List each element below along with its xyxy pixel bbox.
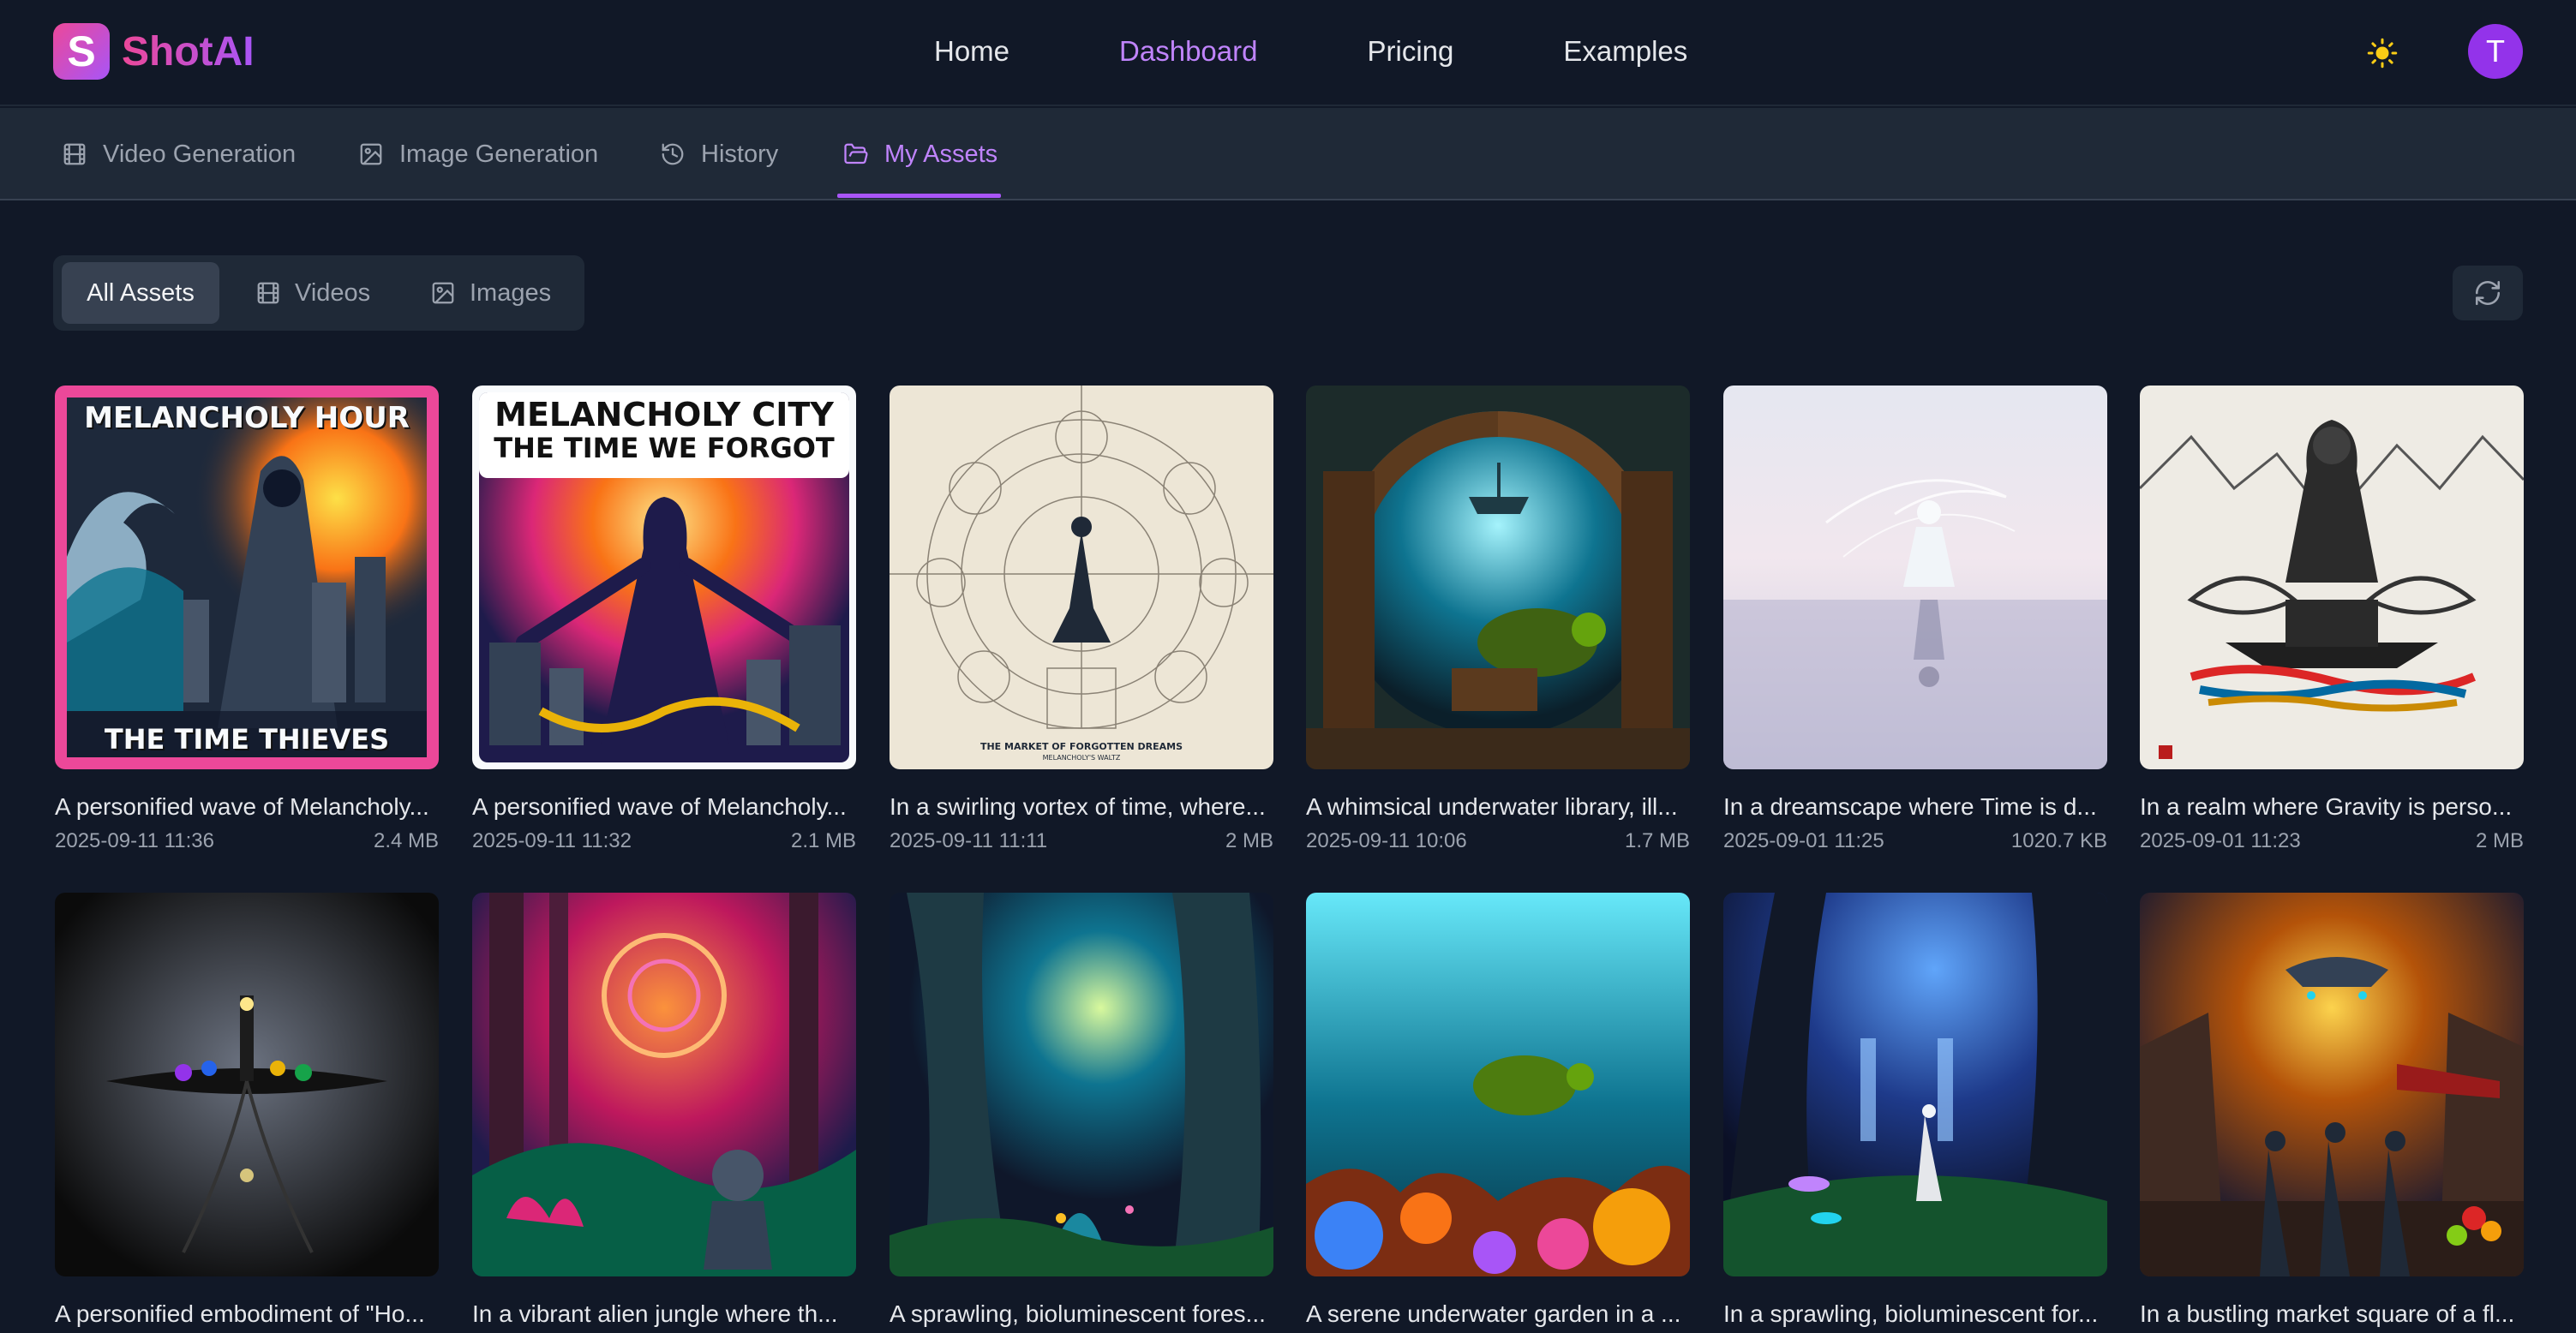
asset-thumbnail[interactable] xyxy=(2140,386,2524,769)
asset-size: 1020.7 KB xyxy=(2010,829,2107,852)
nav-dashboard-link[interactable]: Dashboard xyxy=(1119,35,1257,68)
asset-title: In a realm where Gravity is perso... xyxy=(2140,793,2513,820)
subnav-image-generation[interactable]: Image Generation xyxy=(358,108,598,200)
asset-meta: 2025-09-11 10:06 1.7 MB xyxy=(1306,829,1690,853)
subnav-my-assets[interactable]: My Assets xyxy=(843,108,997,200)
film-icon xyxy=(63,143,86,165)
asset-card[interactable]: MELANCHOLY HOUR THE TIME THIEVES A perso… xyxy=(55,386,439,853)
asset-size: 2 MB xyxy=(1225,829,1273,852)
asset-size: 2 MB xyxy=(2475,829,2524,852)
asset-thumbnail[interactable]: MELANCHOLY HOUR THE TIME THIEVES xyxy=(55,386,439,769)
asset-thumbnail[interactable] xyxy=(1306,386,1690,769)
subnav-label: Image Generation xyxy=(399,140,599,168)
asset-title: In a vibrant alien jungle where th... xyxy=(472,1300,838,1327)
subnav-history[interactable]: History xyxy=(660,108,778,200)
asset-title: A personified embodiment of "Ho... xyxy=(55,1300,425,1327)
asset-date: 2025-09-11 10:06 xyxy=(1306,829,1467,852)
asset-card[interactable]: THE MARKET OF FORGOTTEN DREAMS MELANCHOL… xyxy=(890,386,1273,853)
asset-meta: 2025-09-01 11:25 1020.7 KB xyxy=(1723,829,2107,853)
logo[interactable]: S ShotAI xyxy=(53,23,255,80)
poster-caption: THE MARKET OF FORGOTTEN DREAMS xyxy=(979,741,1183,752)
asset-meta: 2025-09-01 11:23 2 MB xyxy=(2140,829,2524,853)
asset-title: A personified wave of Melancholy... xyxy=(472,793,847,820)
asset-card[interactable]: In a vibrant alien jungle where th... xyxy=(472,893,856,1328)
asset-card[interactable]: A serene underwater garden in a ... xyxy=(1306,893,1690,1328)
asset-card[interactable]: In a bustling market square of a fl... xyxy=(2140,893,2524,1328)
top-navbar: S ShotAI Home Dashboard Pricing Examples… xyxy=(0,0,2576,106)
main-nav: Home Dashboard Pricing Examples xyxy=(934,0,1797,103)
asset-title: A personified wave of Melancholy... xyxy=(55,793,429,820)
poster-subtitle: THE TIME WE FORGOT xyxy=(494,432,835,464)
asset-title: A whimsical underwater library, ill... xyxy=(1306,793,1678,820)
asset-thumbnail[interactable] xyxy=(472,893,856,1276)
asset-title: In a swirling vortex of time, where... xyxy=(890,793,1266,820)
active-tab-indicator xyxy=(837,194,1001,198)
filter-all-assets[interactable]: All Assets xyxy=(62,262,219,324)
asset-thumbnail[interactable] xyxy=(2140,893,2524,1276)
asset-title: In a bustling market square of a fl... xyxy=(2140,1300,2515,1327)
history-icon xyxy=(662,143,684,165)
asset-card[interactable]: In a sprawling, bioluminescent for... xyxy=(1723,893,2107,1328)
poster-title: MELANCHOLY CITY xyxy=(494,396,834,433)
image-icon xyxy=(360,143,382,165)
refresh-icon xyxy=(2475,280,2501,306)
asset-card[interactable]: A sprawling, bioluminescent fores... xyxy=(890,893,1273,1328)
asset-thumbnail[interactable] xyxy=(1723,386,2107,769)
dashboard-subnav: Video Generation Image Generation Histor… xyxy=(0,108,2576,200)
asset-date: 2025-09-11 11:32 xyxy=(472,829,632,852)
poster-caption-sub: MELANCHOLY'S WALTZ xyxy=(1042,754,1121,762)
subnav-label: My Assets xyxy=(884,140,998,168)
nav-home-link[interactable]: Home xyxy=(934,35,1009,68)
asset-thumbnail[interactable]: MELANCHOLY CITY THE TIME WE FORGOT xyxy=(472,386,856,769)
filter-label: Images xyxy=(470,278,552,307)
asset-meta: 2025-09-11 11:32 2.1 MB xyxy=(472,829,856,853)
asset-thumbnail[interactable] xyxy=(1723,893,2107,1276)
asset-title: In a dreamscape where Time is d... xyxy=(1723,793,2097,820)
poster-subtitle: THE TIME THIEVES xyxy=(104,723,390,756)
subnav-video-generation[interactable]: Video Generation xyxy=(62,108,296,200)
asset-title: A serene underwater garden in a ... xyxy=(1306,1300,1681,1327)
image-icon xyxy=(432,282,454,304)
asset-card[interactable]: A whimsical underwater library, ill... 2… xyxy=(1306,386,1690,853)
nav-pricing-link[interactable]: Pricing xyxy=(1367,35,1453,68)
asset-meta: 2025-09-11 11:11 2 MB xyxy=(890,829,1273,853)
asset-card[interactable]: In a realm where Gravity is perso... 202… xyxy=(2140,386,2524,853)
asset-size: 2.1 MB xyxy=(790,829,856,852)
asset-size: 1.7 MB xyxy=(1624,829,1690,852)
filter-label: Videos xyxy=(295,278,371,307)
asset-date: 2025-09-01 11:23 xyxy=(2140,829,2301,852)
asset-thumbnail[interactable]: THE MARKET OF FORGOTTEN DREAMS MELANCHOL… xyxy=(890,386,1273,769)
asset-size: 2.4 MB xyxy=(373,829,439,852)
asset-card[interactable]: A personified embodiment of "Ho... xyxy=(55,893,439,1328)
asset-card[interactable]: In a dreamscape where Time is d... 2025-… xyxy=(1723,386,2107,853)
asset-filter-tabs: All Assets Videos Images xyxy=(53,255,584,331)
asset-date: 2025-09-11 11:11 xyxy=(890,829,1048,852)
filter-images[interactable]: Images xyxy=(430,262,567,324)
folder-open-icon xyxy=(844,143,868,164)
sun-icon xyxy=(2367,38,2398,69)
filter-videos[interactable]: Videos xyxy=(255,262,384,324)
asset-thumbnail[interactable] xyxy=(55,893,439,1276)
logo-icon: S xyxy=(53,23,110,80)
asset-card[interactable]: MELANCHOLY CITY THE TIME WE FORGOT A per… xyxy=(472,386,856,853)
theme-toggle-button[interactable] xyxy=(2362,33,2403,74)
film-icon xyxy=(257,282,279,304)
refresh-button[interactable] xyxy=(2453,266,2523,320)
nav-examples-link[interactable]: Examples xyxy=(1563,35,1687,68)
asset-thumbnail[interactable] xyxy=(1306,893,1690,1276)
user-avatar[interactable]: T xyxy=(2468,24,2523,79)
asset-date: 2025-09-01 11:25 xyxy=(1723,829,1884,852)
filter-label: All Assets xyxy=(87,278,195,307)
subnav-label: Video Generation xyxy=(103,140,297,168)
subnav-label: History xyxy=(701,140,779,168)
poster-title: MELANCHOLY HOUR xyxy=(84,401,410,435)
asset-thumbnail[interactable] xyxy=(890,893,1273,1276)
asset-title: In a sprawling, bioluminescent for... xyxy=(1723,1300,2099,1327)
asset-date: 2025-09-11 11:36 xyxy=(55,829,214,852)
app-name: ShotAI xyxy=(122,28,255,75)
asset-title: A sprawling, bioluminescent fores... xyxy=(890,1300,1266,1327)
asset-meta: 2025-09-11 11:36 2.4 MB xyxy=(55,829,439,853)
